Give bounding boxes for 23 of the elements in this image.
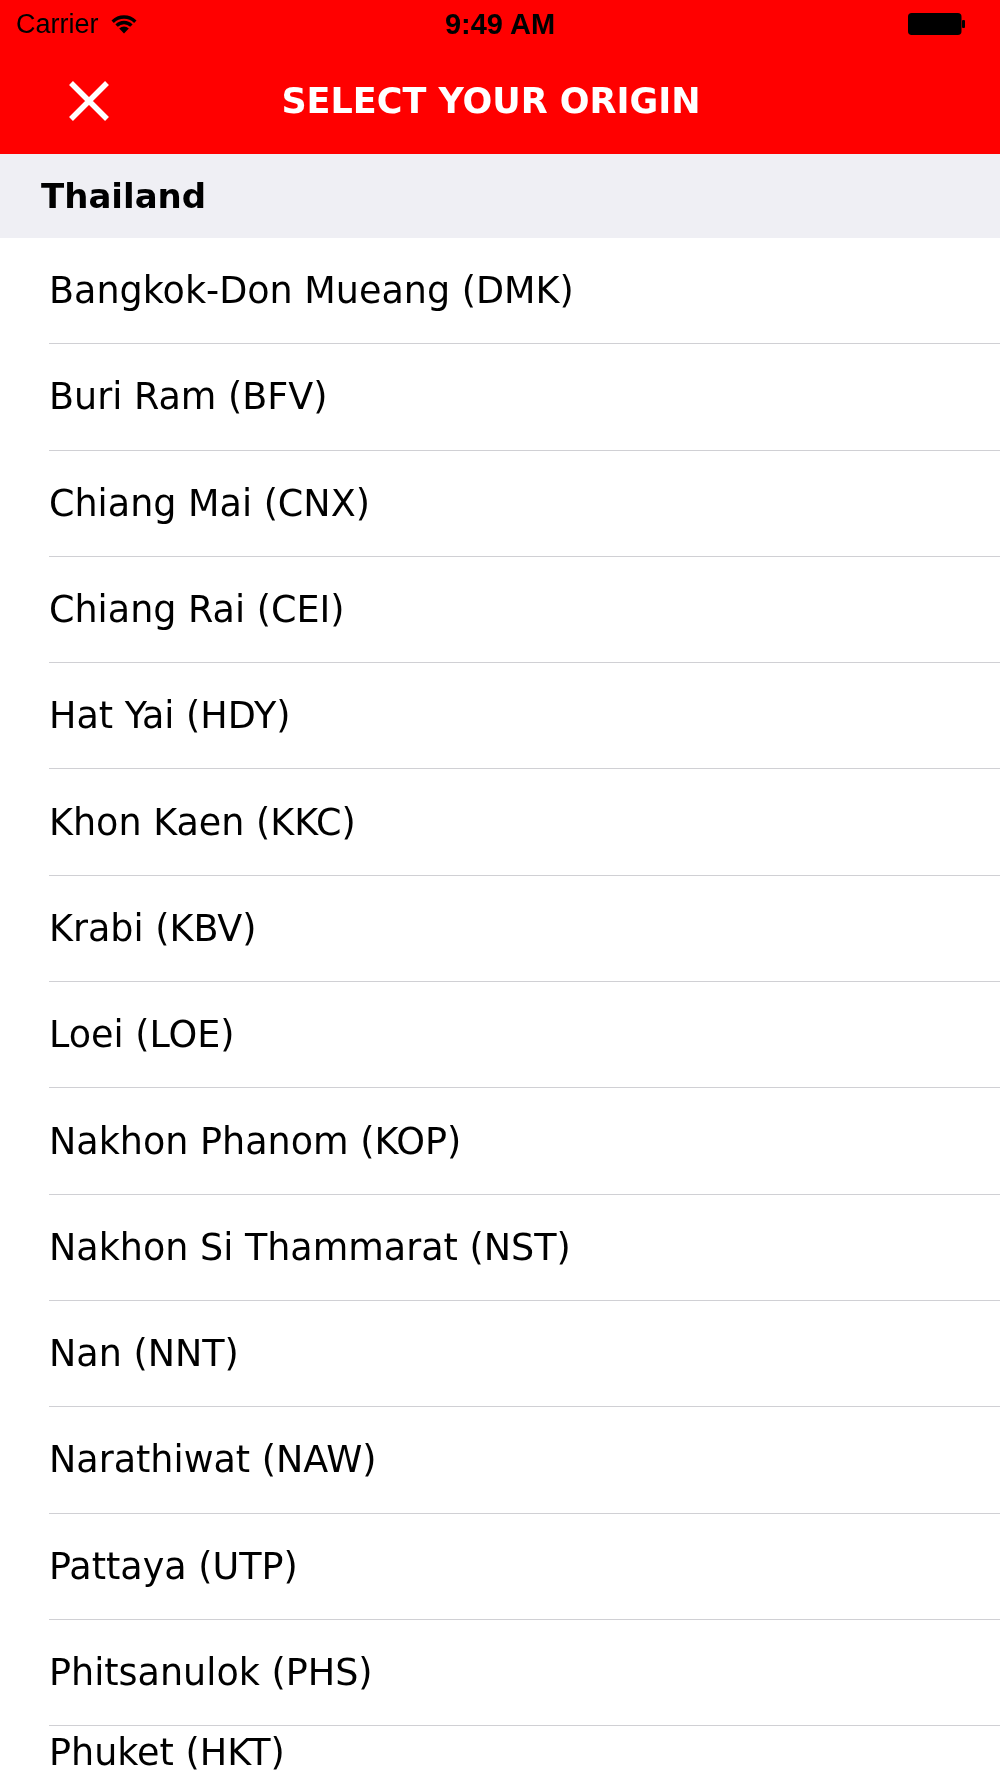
airport-list-item[interactable]: Chiang Mai (CNX) <box>49 450 1000 557</box>
airport-list-item[interactable]: Phuket (HKT) <box>49 1726 1000 1778</box>
airport-list-item[interactable]: Krabi (KBV) <box>49 875 1000 983</box>
status-time: 9:49 AM <box>444 8 556 40</box>
airport-list-item[interactable]: Nakhon Si Thammarat (NST) <box>49 1194 1000 1301</box>
airport-list-item[interactable]: Khon Kaen (KKC) <box>49 769 1000 876</box>
airport-list-item[interactable]: Chiang Rai (CEI) <box>49 556 1000 664</box>
airport-list-item[interactable]: Narathiwat (NAW) <box>49 1407 1000 1514</box>
airport-list-item[interactable]: Buri Ram (BFV) <box>49 344 1000 451</box>
battery-icon <box>908 13 965 35</box>
airport-list-item[interactable]: Nan (NNT) <box>49 1300 1000 1408</box>
airport-list-item[interactable]: Hat Yai (HDY) <box>49 663 1000 770</box>
airport-list-item[interactable]: Nakhon Phanom (KOP) <box>49 1088 1000 1195</box>
section-title: Thailand <box>41 176 207 216</box>
wifi-icon <box>109 14 138 34</box>
airport-list-item[interactable]: Loei (LOE) <box>49 982 1000 1089</box>
airport-list-item[interactable]: Phitsanulok (PHS) <box>49 1619 1000 1727</box>
airport-list-item[interactable]: Bangkok-Don Mueang (DMK) <box>49 238 1000 345</box>
airport-list-item[interactable]: Pattaya (UTP) <box>49 1513 1000 1620</box>
close-icon <box>69 81 109 121</box>
close-button[interactable] <box>69 81 109 121</box>
screen-title: SELECT YOUR ORIGIN <box>281 80 701 122</box>
carrier-name: Carrier <box>16 8 99 40</box>
